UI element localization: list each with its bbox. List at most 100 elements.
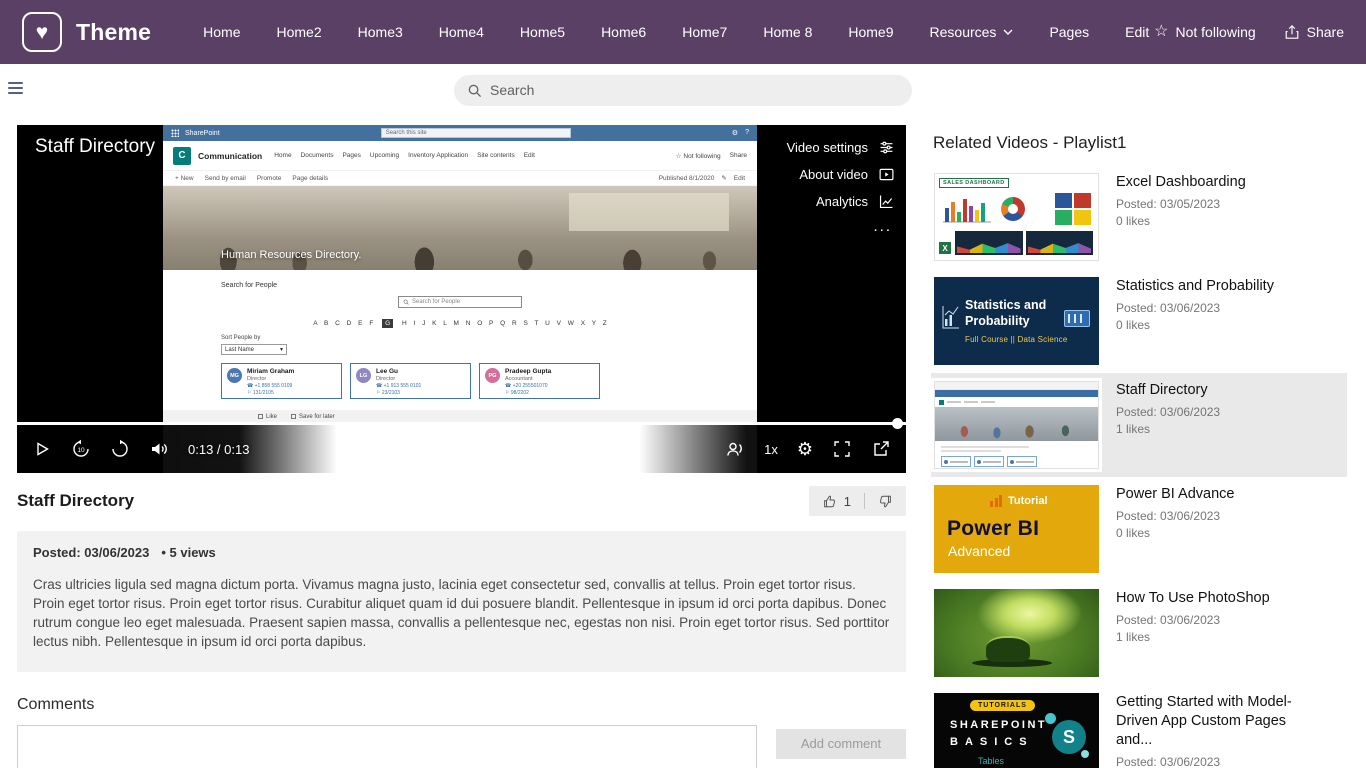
view-count: • 5 views — [161, 545, 216, 560]
person-card: PG Pradeep Gupta Accountant ☎ +20 255501… — [479, 363, 600, 399]
search-input[interactable] — [490, 82, 899, 98]
related-video-item[interactable]: Tutorial Power BI Advanced Power BI Adva… — [931, 477, 1347, 581]
related-video-item[interactable]: How To Use PhotoShop Posted: 03/06/2023 … — [931, 581, 1347, 685]
chevron-down-icon — [1003, 29, 1013, 35]
menu-item-about-video[interactable]: About video — [799, 166, 895, 183]
search-box[interactable] — [454, 74, 912, 106]
volume-icon[interactable] — [149, 439, 169, 459]
nav-item-home9[interactable]: Home9 — [848, 24, 893, 40]
related-video-title[interactable]: Statistics and Probability — [1116, 277, 1274, 296]
thumb-tag: Tutorial — [990, 495, 1048, 507]
nav-item-home6[interactable]: Home6 — [601, 24, 646, 40]
brand-title[interactable]: Theme — [76, 19, 151, 46]
related-video-likes: 1 likes — [1116, 629, 1151, 644]
fullscreen-icon[interactable] — [832, 439, 852, 459]
sharepoint-logo-satellite — [1081, 750, 1089, 758]
person-phone: ☎ +1 858 555 0109 — [247, 383, 293, 389]
share-button[interactable]: Share — [1284, 24, 1344, 40]
settings-gear-icon[interactable]: ⚙ — [797, 440, 813, 458]
related-video-title[interactable]: Getting Started with Model-Driven App Cu… — [1116, 693, 1326, 750]
skip-back-10-icon[interactable]: 10 — [71, 439, 91, 459]
comment-input[interactable] — [17, 724, 757, 768]
sp-site-name: Communication — [198, 150, 263, 161]
app-launcher-icon — [171, 129, 179, 137]
skip-forward-icon[interactable] — [110, 439, 130, 459]
heart-icon: ♥ — [35, 20, 49, 44]
add-comment-button[interactable]: Add comment — [776, 728, 906, 759]
mini-suite-bar — [935, 390, 1098, 397]
related-video-likes: 0 likes — [1116, 213, 1151, 228]
related-video-text: Getting Started with Model-Driven App Cu… — [1116, 693, 1326, 768]
person-phone: ☎ +20 255501070 — [505, 383, 548, 389]
related-video-likes: 1 likes — [1116, 421, 1151, 436]
thumbnail-excel-dashboarding[interactable]: SALES DASHBOARD X — [934, 173, 1099, 261]
play-button[interactable] — [32, 439, 52, 459]
nav-item-pages[interactable]: Pages — [1049, 24, 1089, 40]
related-video-posted: Posted: 03/06/2023 — [1116, 754, 1221, 768]
analytics-icon — [879, 195, 893, 209]
video-description: Cras ultricies ligula sed magna dictum p… — [33, 577, 890, 650]
star-icon: ☆ — [1154, 23, 1169, 40]
video-description-box: Posted: 03/06/2023 • 5 views Cras ultric… — [17, 531, 906, 672]
related-video-item[interactable]: SALES DASHBOARD X Excel Dashboarding Pos… — [931, 165, 1347, 269]
menu-item-video-settings[interactable]: Video settings — [787, 139, 895, 156]
related-video-text: Staff Directory Posted: 03/06/2023 1 lik… — [1116, 381, 1220, 436]
nav-item-home7[interactable]: Home7 — [682, 24, 727, 40]
popout-icon[interactable] — [871, 439, 891, 459]
share-icon — [1285, 24, 1298, 39]
sharepoint-logo-satellite — [1045, 713, 1056, 724]
sp-alphabet-active-letter: G — [382, 319, 394, 328]
related-video-item[interactable]: Statistics and Probability Full Course |… — [931, 269, 1347, 373]
video-player[interactable]: SharePoint Search this site ⚙ ? C Commun… — [17, 125, 906, 473]
thumbnail-statistics-probability[interactable]: Statistics and Probability Full Course |… — [934, 277, 1099, 365]
top-navigation-bar: ♥ Theme Home Home2 Home3 Home4 Home5 Hom… — [0, 0, 1366, 64]
nav-item-home3[interactable]: Home3 — [358, 24, 403, 40]
svg-text:10: 10 — [77, 447, 85, 454]
related-video-item-current[interactable]: Staff Directory Posted: 03/06/2023 1 lik… — [931, 373, 1347, 477]
seek-handle[interactable] — [892, 418, 903, 429]
playback-speed-button[interactable]: 1x — [764, 442, 778, 457]
seek-bar[interactable] — [17, 418, 906, 429]
more-options-button[interactable]: ... — [873, 219, 895, 233]
related-video-likes: 0 likes — [1116, 525, 1151, 540]
nav-item-edit[interactable]: Edit — [1125, 24, 1149, 40]
nav-item-home8[interactable]: Home 8 — [763, 24, 812, 40]
nav-item-resources[interactable]: Resources — [930, 24, 1014, 40]
related-video-title[interactable]: Excel Dashboarding — [1116, 173, 1246, 192]
related-video-item[interactable]: TUTORIALS SHAREPOINT BASICS Tables S Get… — [931, 685, 1347, 768]
related-video-posted: Posted: 03/06/2023 — [1116, 508, 1221, 523]
thumbnail-staff-directory[interactable] — [934, 381, 1099, 469]
nav-item-home[interactable]: Home — [203, 24, 240, 40]
menu-item-analytics[interactable]: Analytics — [816, 193, 895, 210]
thumb-badge: SALES DASHBOARD — [939, 178, 1009, 188]
nav-item-home5[interactable]: Home5 — [520, 24, 565, 40]
follow-label: Not following — [1175, 24, 1256, 40]
gear-icon: ⚙ — [731, 130, 739, 137]
site-logo[interactable]: ♥ — [22, 12, 62, 52]
related-video-title[interactable]: Staff Directory — [1116, 381, 1220, 400]
chevron-down-icon: ▾ — [279, 347, 283, 353]
sp-site-nav: Home Documents Pages Upcoming Inventory … — [274, 152, 535, 159]
like-button[interactable]: 1 — [809, 486, 864, 516]
dislike-button[interactable] — [865, 486, 906, 516]
audio-description-icon[interactable] — [725, 439, 745, 459]
comment-composer: Add comment — [17, 724, 906, 768]
related-video-title[interactable]: Power BI Advance — [1116, 485, 1235, 504]
related-video-text: Excel Dashboarding Posted: 03/05/2023 0 … — [1116, 173, 1246, 228]
follow-button[interactable]: ☆ Not following — [1154, 23, 1256, 41]
primary-nav: Home Home2 Home3 Home4 Home5 Home6 Home7… — [203, 24, 1149, 40]
thumbnail-photoshop[interactable] — [934, 589, 1099, 677]
thumbnail-power-bi[interactable]: Tutorial Power BI Advanced — [934, 485, 1099, 573]
person-phone: ☎ +1 913 555 0101 — [376, 383, 422, 389]
thumb-text: Statistics and Probability Full Course |… — [965, 298, 1068, 344]
related-video-posted: Posted: 03/05/2023 — [1116, 196, 1221, 211]
menu-icon[interactable] — [8, 82, 23, 94]
sp-suite-label: SharePoint — [185, 129, 220, 137]
nav-item-home4[interactable]: Home4 — [439, 24, 484, 40]
related-video-title[interactable]: How To Use PhotoShop — [1116, 589, 1270, 608]
nav-item-home2[interactable]: Home2 — [277, 24, 322, 40]
person-office: ⚐ 23/2103 — [376, 390, 400, 396]
nature-stump — [986, 636, 1030, 662]
thumbnail-sharepoint-basics[interactable]: TUTORIALS SHAREPOINT BASICS Tables S — [934, 693, 1099, 768]
hero-people-silhouettes — [163, 220, 757, 270]
